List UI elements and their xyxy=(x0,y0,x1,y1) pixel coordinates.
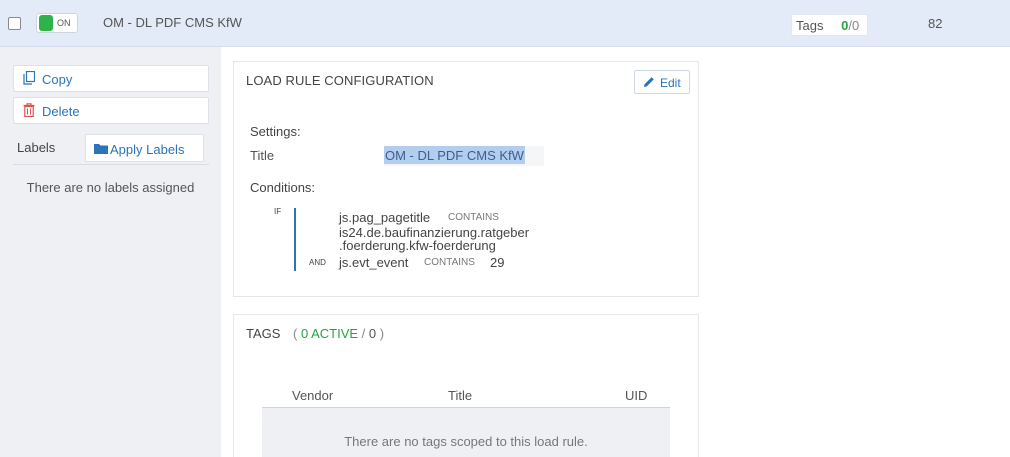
empty-tags-message: There are no tags scoped to this load ru… xyxy=(262,408,670,457)
condition-2-variable: js.evt_event xyxy=(339,255,409,270)
toggle-knob xyxy=(39,15,53,31)
title-field-label: Title xyxy=(250,148,275,163)
copy-label: Copy xyxy=(42,72,73,87)
condition-1-variable: js.pag_pagetitle xyxy=(339,210,431,225)
settings-heading: Settings: xyxy=(250,124,301,139)
load-rule-name[interactable]: OM - DL PDF CMS KfW xyxy=(103,15,242,30)
title-field-value: OM - DL PDF CMS KfW xyxy=(384,146,525,164)
load-rule-id: 82 xyxy=(928,16,943,31)
edit-button[interactable]: Edit xyxy=(634,70,690,94)
delete-label: Delete xyxy=(42,104,80,119)
sidebar-divider xyxy=(13,164,209,165)
sidebar: Copy Delete Labels Apply Labels There ar… xyxy=(0,47,221,457)
column-header-title[interactable]: Title xyxy=(448,388,472,403)
edit-label: Edit xyxy=(660,76,681,90)
tags-total-count: 0 xyxy=(851,18,860,33)
title-field[interactable]: OM - DL PDF CMS KfW xyxy=(384,146,544,166)
copy-icon xyxy=(23,71,35,85)
panel-title: LOAD RULE CONFIGURATION xyxy=(246,73,434,88)
condition-group-bar xyxy=(294,208,296,271)
folder-icon xyxy=(94,144,108,154)
load-rule-header-row[interactable]: ON OM - DL PDF CMS KfW Tags 0/0 82 xyxy=(0,0,1010,47)
tags-label: Tags xyxy=(796,18,824,33)
apply-labels-button[interactable]: Apply Labels xyxy=(85,134,204,162)
condition-1-value: is24.de.baufinanzierung.ratgeber .foerde… xyxy=(339,226,529,252)
conditions-heading: Conditions: xyxy=(250,180,316,195)
condition-2-value: 29 xyxy=(490,255,505,270)
toggle-label: ON xyxy=(57,18,71,28)
tags-panel: TAGS ( 0 ACTIVE / 0 ) Vendor Title UID T… xyxy=(233,314,699,457)
tags-active-text: 0 ACTIVE xyxy=(300,326,359,341)
select-checkbox[interactable] xyxy=(8,17,21,30)
tags-panel-title: TAGS xyxy=(246,326,281,341)
tags-open-paren: ( xyxy=(293,326,298,341)
condition-and-keyword: AND xyxy=(309,258,326,267)
status-toggle[interactable]: ON xyxy=(36,13,78,33)
column-header-uid[interactable]: UID xyxy=(625,388,647,403)
condition-1-operator: CONTAINS xyxy=(448,212,499,223)
pencil-icon xyxy=(644,77,654,87)
delete-button[interactable]: Delete xyxy=(13,97,209,124)
labels-heading: Labels xyxy=(17,140,56,155)
copy-button[interactable]: Copy xyxy=(13,65,209,92)
tags-count-badge: Tags 0/0 xyxy=(791,14,868,36)
condition-1-value-line: .foerderung.kfw-foerderung xyxy=(339,238,496,253)
load-rule-configuration-panel: LOAD RULE CONFIGURATION Edit Settings: T… xyxy=(233,61,699,297)
column-header-vendor[interactable]: Vendor xyxy=(292,388,333,403)
no-labels-message: There are no labels assigned xyxy=(26,180,195,195)
tags-slash: / xyxy=(361,326,366,341)
tags-close-paren: ) xyxy=(379,326,385,341)
condition-if-keyword: IF xyxy=(274,207,282,216)
tags-total: 0 xyxy=(368,326,377,341)
condition-2-operator: CONTAINS xyxy=(424,257,475,268)
apply-labels-label: Apply Labels xyxy=(110,142,185,157)
trash-icon xyxy=(23,103,35,117)
tags-panel-count: ( 0 ACTIVE / 0 ) xyxy=(293,326,384,341)
